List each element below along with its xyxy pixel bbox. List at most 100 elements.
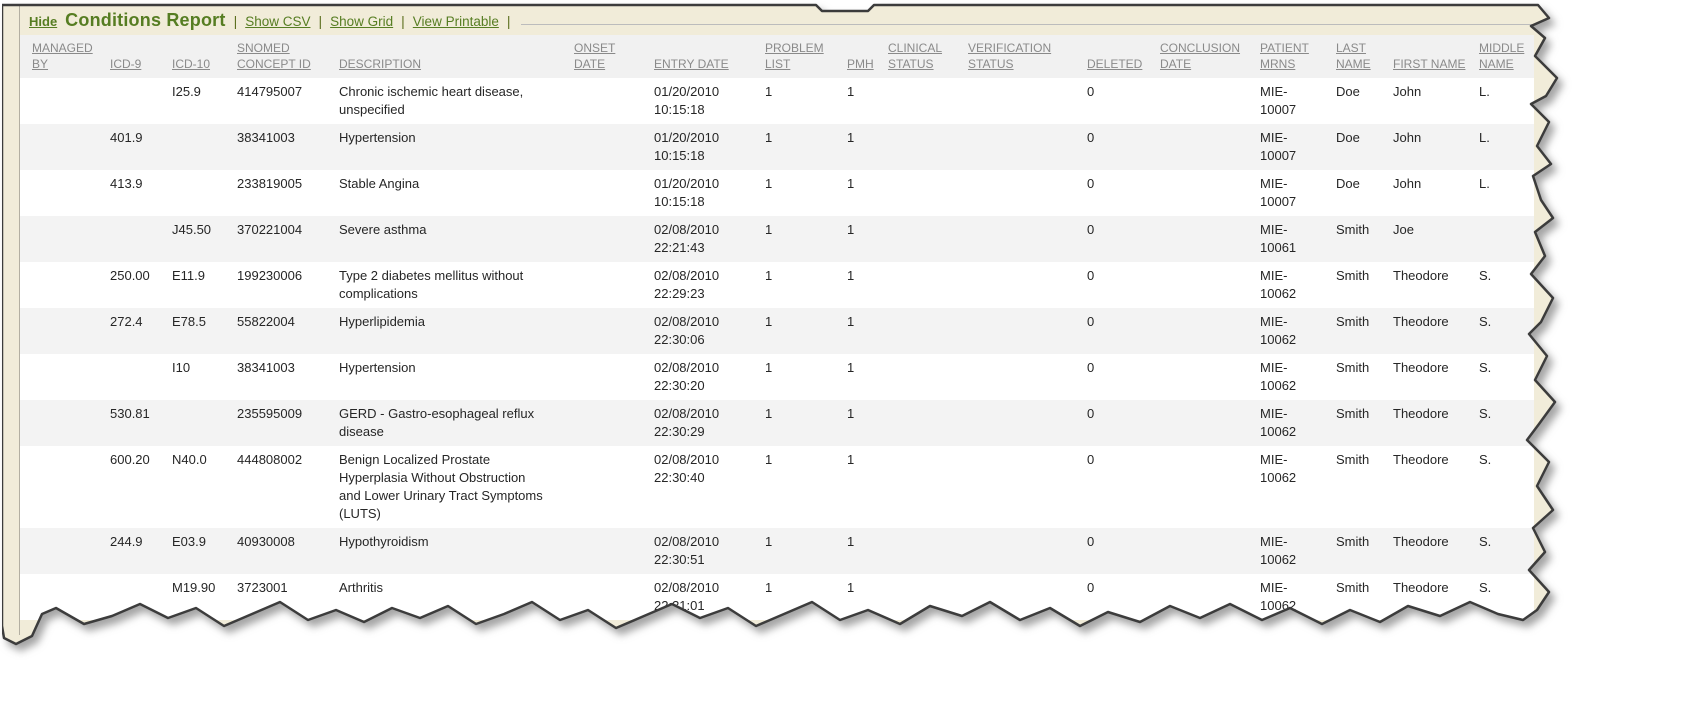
cell-problem-list: 1 [765,216,847,262]
cell-deleted: 0 [1087,574,1160,620]
column-header-managed-by[interactable]: MANAGED BY [20,35,110,78]
cell-middle-name [1479,216,1534,262]
show-csv-link[interactable]: Show CSV [245,14,310,29]
cell-problem-list: 1 [765,528,847,574]
cell-verification-status [968,308,1087,354]
cell-pmh: 1 [847,574,888,620]
column-header-last-name[interactable]: LAST NAME [1336,35,1393,78]
page-title: Conditions Report [65,10,225,31]
cell-deleted: 0 [1087,78,1160,124]
cell-deleted: 0 [1087,528,1160,574]
cell-verification-status [968,124,1087,170]
report-snapshot: Hide Conditions Report | Show CSV | Show… [2,2,1568,662]
cell-entry-date: 01/20/2010 10:15:18 [654,124,765,170]
cell-pmh: 1 [847,446,888,528]
cell-managed-by [20,216,110,262]
hide-link[interactable]: Hide [29,14,57,29]
cell-icd9: 250.00 [110,262,172,308]
cell-last-name: Smith [1336,262,1393,308]
cell-pmh: 1 [847,528,888,574]
cell-entry-date: 02/08/2010 22:29:23 [654,262,765,308]
cell-deleted: 0 [1087,216,1160,262]
cell-managed-by [20,170,110,216]
cell-pmh: 1 [847,124,888,170]
cell-snomed-concept-id: 444808002 [237,446,339,528]
column-header-pmh[interactable]: PMH [847,35,888,78]
column-header-patient-mrns[interactable]: PATIENT MRNS [1260,35,1336,78]
cell-icd10: M19.90 [172,574,237,620]
cell-icd9: 413.9 [110,170,172,216]
cell-icd9 [110,354,172,400]
column-header-description[interactable]: DESCRIPTION [339,35,574,78]
cell-icd10: E11.9 [172,262,237,308]
column-header-first-name[interactable]: FIRST NAME [1393,35,1479,78]
view-printable-link[interactable]: View Printable [413,14,499,29]
cell-snomed-concept-id: 233819005 [237,170,339,216]
cell-onset-date [574,262,654,308]
cell-last-name: Doe [1336,170,1393,216]
cell-icd10: N40.0 [172,446,237,528]
column-header-clinical-status[interactable]: CLINICAL STATUS [888,35,968,78]
column-header-icd10[interactable]: ICD-10 [172,35,237,78]
cell-entry-date: 02/08/2010 22:31:01 [654,574,765,620]
cell-clinical-status [888,216,968,262]
cell-first-name: John [1393,170,1479,216]
cell-clinical-status [888,400,968,446]
cell-onset-date [574,400,654,446]
cell-problem-list: 1 [765,170,847,216]
column-header-verification-status[interactable]: VERIFICATION STATUS [968,35,1087,78]
column-header-middle-name[interactable]: MIDDLE NAME [1479,35,1534,78]
cell-description: Stable Angina [339,170,574,216]
cell-icd10: I25.9 [172,78,237,124]
cell-middle-name: S. [1479,354,1534,400]
cell-onset-date [574,170,654,216]
cell-icd9: 244.9 [110,528,172,574]
cell-patient-mrns: MIE-10062 [1260,574,1336,620]
column-header-icd9[interactable]: ICD-9 [110,35,172,78]
column-header-problem-list[interactable]: PROBLEM LIST [765,35,847,78]
cell-conclusion-date [1160,354,1260,400]
cell-icd10 [172,400,237,446]
cell-middle-name: S. [1479,446,1534,528]
cell-snomed-concept-id: 3723001 [237,574,339,620]
show-grid-link[interactable]: Show Grid [330,14,393,29]
cell-description: Type 2 diabetes mellitus without complic… [339,262,574,308]
cell-problem-list: 1 [765,124,847,170]
table-row: 413.9233819005Stable Angina01/20/2010 10… [20,170,1534,216]
cell-conclusion-date [1160,528,1260,574]
cell-snomed-concept-id: 414795007 [237,78,339,124]
cell-middle-name: L. [1479,124,1534,170]
cell-snomed-concept-id: 38341003 [237,124,339,170]
cell-managed-by [20,78,110,124]
cell-icd10: I10 [172,354,237,400]
cell-patient-mrns: MIE-10007 [1260,78,1336,124]
conditions-table-header: MANAGED BYICD-9ICD-10SNOMED CONCEPT IDDE… [20,35,1534,78]
cell-onset-date [574,308,654,354]
cell-deleted: 0 [1087,400,1160,446]
cell-conclusion-date [1160,308,1260,354]
cell-icd9: 401.9 [110,124,172,170]
cell-verification-status [968,216,1087,262]
cell-clinical-status [888,446,968,528]
cell-entry-date: 02/08/2010 22:30:06 [654,308,765,354]
column-header-entry-date[interactable]: ENTRY DATE [654,35,765,78]
cell-icd10: E78.5 [172,308,237,354]
cell-patient-mrns: MIE-10061 [1260,216,1336,262]
cell-verification-status [968,400,1087,446]
cell-last-name: Smith [1336,400,1393,446]
cell-middle-name: S. [1479,308,1534,354]
cell-last-name: Doe [1336,124,1393,170]
column-header-deleted[interactable]: DELETED [1087,35,1160,78]
cell-icd10: E03.9 [172,528,237,574]
cell-last-name: Smith [1336,308,1393,354]
cell-entry-date: 02/08/2010 22:30:20 [654,354,765,400]
cell-last-name: Smith [1336,574,1393,620]
cell-icd10 [172,170,237,216]
column-header-onset-date[interactable]: ONSET DATE [574,35,654,78]
cell-verification-status [968,446,1087,528]
cell-first-name: John [1393,78,1479,124]
column-header-conclusion-date[interactable]: CONCLUSION DATE [1160,35,1260,78]
cell-problem-list: 1 [765,308,847,354]
column-header-snomed-concept-id[interactable]: SNOMED CONCEPT ID [237,35,339,78]
cell-onset-date [574,216,654,262]
